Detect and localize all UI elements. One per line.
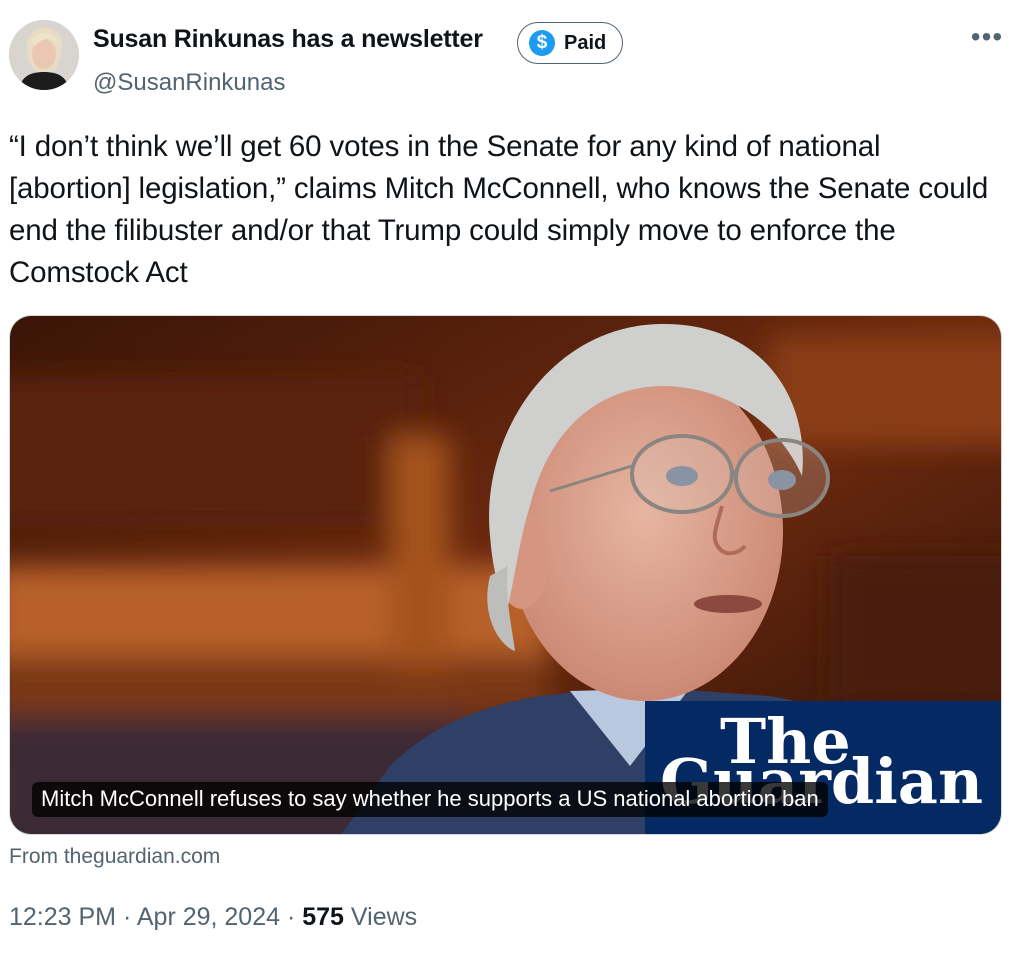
views-count: 575 [302,903,344,931]
tweet-text: “I don’t think we’ll get 60 votes in the… [9,130,989,289]
tweet-date[interactable]: Apr 29, 2024 [137,903,280,931]
author-display-name[interactable]: Susan Rinkunas has a newsletter [93,25,483,54]
paid-badge-label: Paid [564,31,607,54]
card-caption: Mitch McConnell refuses to say whether h… [32,782,828,817]
views-label: Views [343,903,418,931]
link-card[interactable]: The Guardian Mitch McConnell refuses to … [9,315,1002,835]
paid-badge[interactable]: $ Paid [517,22,623,64]
tweet-meta: 12:23 PM · Apr 29, 2024 · 575 Views [9,903,417,932]
meta-separator: · [280,903,303,931]
more-options-icon[interactable]: ••• [966,21,1008,52]
meta-separator: · [116,903,137,931]
tweet-time[interactable]: 12:23 PM [9,903,116,931]
dollar-icon: $ [529,30,555,56]
author-avatar[interactable] [9,20,79,90]
card-source-link[interactable]: From theguardian.com [9,845,220,869]
author-handle[interactable]: @SusanRinkunas [93,69,285,97]
